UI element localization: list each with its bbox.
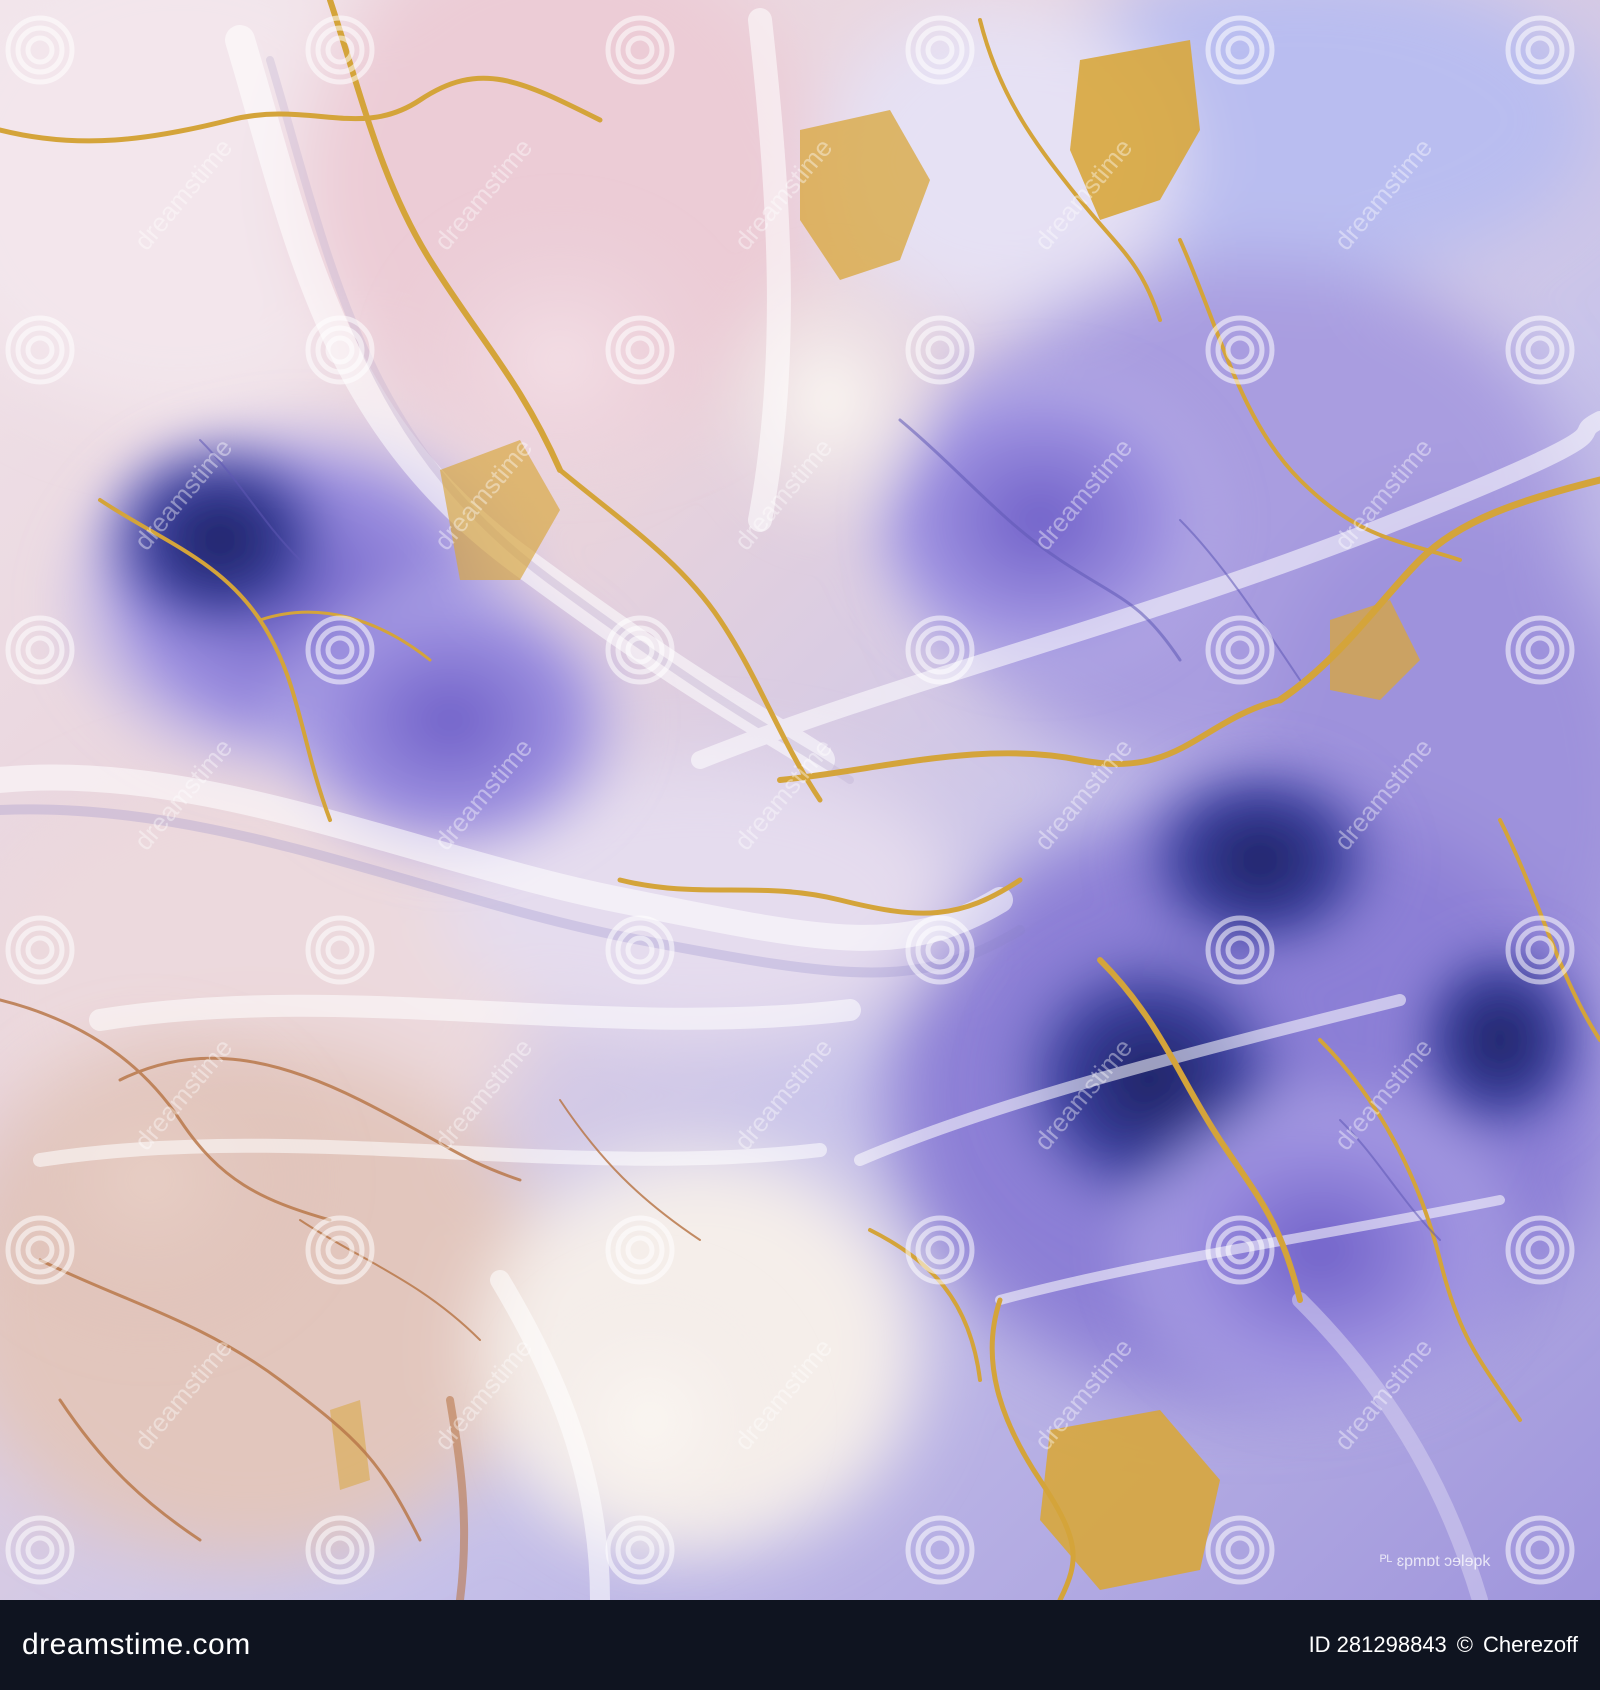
image-credit: ID 281298843 © Cherezoff — [1309, 1632, 1578, 1658]
copyright-icon: © — [1456, 1632, 1474, 1657]
artwork-illustration — [0, 0, 1600, 1600]
brand-wordmark[interactable]: dreamstime.com — [22, 1628, 251, 1662]
image-id: ID 281298843 — [1308, 1632, 1447, 1657]
marble-fabric-artwork: dreamstime dreamstime dreamstime dreamstime… — [0, 0, 1600, 1600]
author-name[interactable]: Cherezoff — [1483, 1632, 1578, 1658]
stock-footer-bar: dreamstime.com ID 281298843 © Cherezoff — [0, 1600, 1600, 1690]
stock-image-page: dreamstime dreamstime dreamstime dreamstime… — [0, 0, 1600, 1690]
